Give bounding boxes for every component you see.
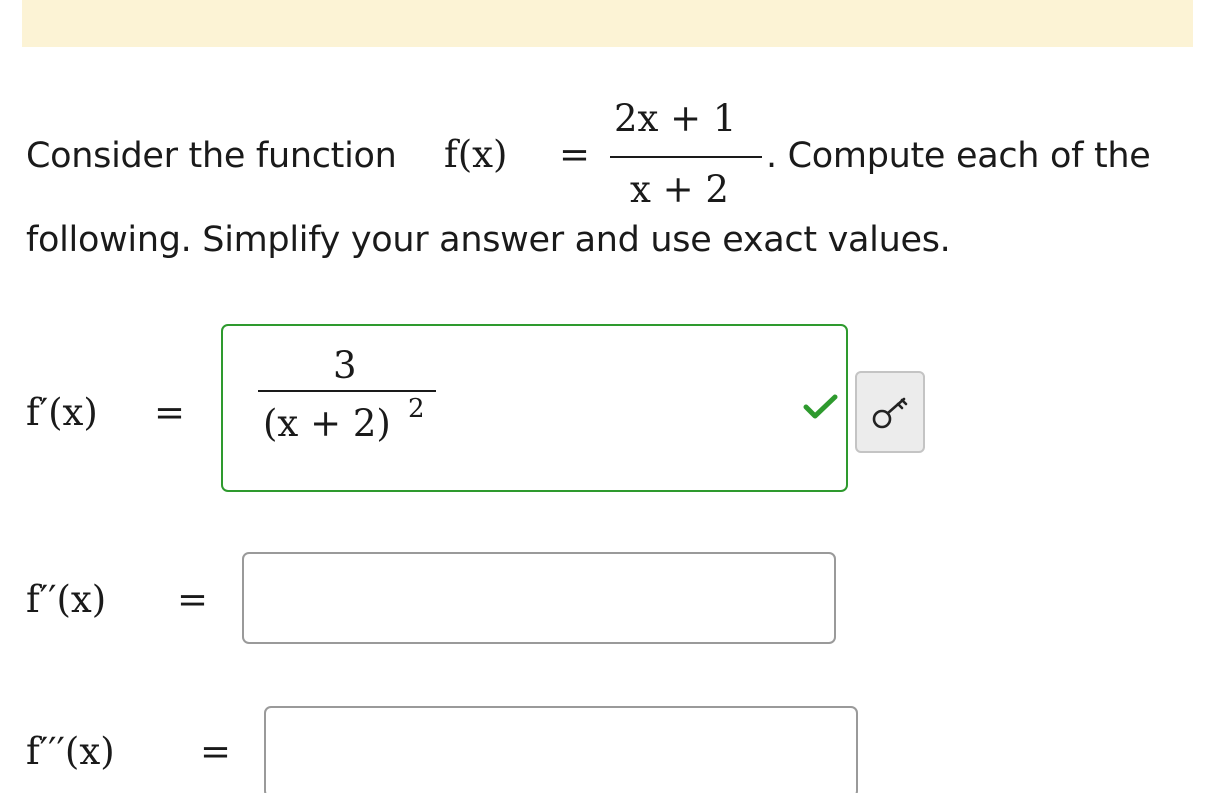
third-derivative-equals: =: [200, 730, 232, 773]
question-text-intro: Consider the function: [26, 136, 397, 176]
first-derivative-equals: =: [154, 391, 186, 434]
answer-key-button[interactable]: [855, 371, 925, 453]
third-derivative-label: f′′′(x): [26, 730, 115, 773]
notice-banner: [22, 0, 1193, 47]
question-equals: =: [559, 133, 591, 176]
page: Consider the function f(x) = 2x + 1 x + …: [0, 0, 1209, 793]
answer-denominator: (x + 2): [263, 402, 391, 445]
answer-numerator: 3: [333, 344, 357, 387]
question-denominator: x + 2: [630, 168, 729, 211]
second-derivative-answer-field[interactable]: [242, 552, 836, 644]
first-derivative-label: f′(x): [26, 391, 98, 434]
question-text-instructions: following. Simplify your answer and use …: [26, 220, 951, 260]
first-derivative-answer-field[interactable]: 3 (x + 2) 2: [221, 324, 848, 492]
question-text-compute: . Compute each of the: [766, 136, 1151, 176]
third-derivative-answer-field[interactable]: [264, 706, 858, 793]
key-icon: [872, 397, 908, 429]
second-derivative-equals: =: [177, 578, 209, 621]
answer-fraction-bar: [258, 390, 436, 392]
check-icon: [803, 394, 838, 419]
question-numerator: 2x + 1: [614, 97, 737, 140]
question-function-label: f(x): [444, 133, 508, 176]
answer-exponent: 2: [408, 394, 425, 424]
question-fraction-bar: [610, 156, 762, 158]
second-derivative-label: f′′(x): [26, 578, 107, 621]
